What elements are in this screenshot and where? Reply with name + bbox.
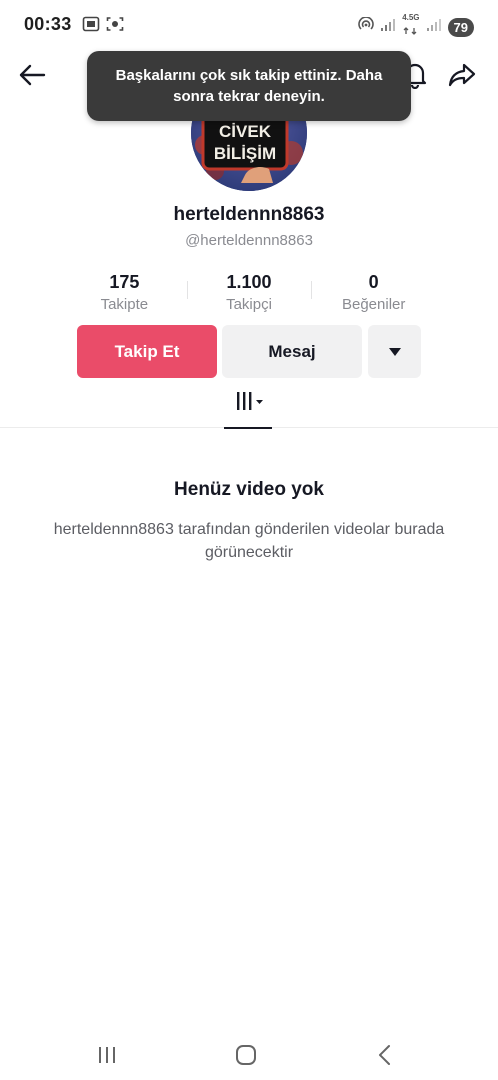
network-label: 4.5G [402, 13, 420, 22]
home-button[interactable] [229, 1038, 263, 1072]
signal-icon [380, 18, 396, 37]
profile-display-name: herteldennn8863 [173, 204, 325, 225]
screen-record-icon [106, 16, 124, 32]
share-button[interactable] [445, 58, 479, 92]
data-arrows-icon [403, 27, 417, 35]
status-left-icons [82, 16, 124, 32]
avatar-sign-line2: BİLİŞİM [214, 144, 276, 163]
grid-bars-icon [237, 392, 263, 410]
empty-state-description: herteldennn8863 tarafından gönderilen vi… [53, 521, 445, 561]
tab-active-underline [224, 427, 272, 429]
share-arrow-icon [448, 63, 476, 87]
stat-label: Takipte [100, 296, 149, 313]
back-button[interactable] [15, 58, 49, 92]
avatar-sign-line1: CİVEK [219, 122, 272, 141]
system-nav-bar [0, 1030, 498, 1080]
chevron-left-icon [379, 1045, 390, 1065]
more-options-button[interactable] [368, 325, 421, 378]
profile-screen: 00:33 4.5G 79 Başkalarını çok sık takip … [0, 0, 498, 1080]
toast-message: Başkalarını çok sık takip ettiniz. Daha … [87, 51, 411, 121]
stat-value: 0 [368, 272, 379, 292]
stat-label: Beğeniler [341, 296, 406, 313]
battery-indicator: 79 [447, 17, 474, 37]
hotspot-icon [358, 15, 374, 38]
stat-likes[interactable]: 0 Beğeniler [311, 272, 436, 316]
system-back-button[interactable] [368, 1038, 402, 1072]
stat-followers[interactable]: 1.100 Takipçi [186, 272, 312, 316]
stat-value: 1.100 [226, 272, 272, 292]
tab-videos[interactable] [224, 384, 272, 429]
triangle-down-icon [388, 347, 401, 356]
arrow-left-icon [19, 64, 46, 86]
profile-handle: @herteldennn8863 [185, 232, 313, 249]
content-tab-bar [0, 384, 498, 429]
gallery-notification-icon [82, 16, 100, 32]
stat-label: Takipçi [226, 296, 272, 313]
stat-value: 175 [109, 272, 140, 292]
status-bar: 00:33 4.5G 79 [0, 0, 498, 52]
status-time: 00:33 [24, 14, 72, 34]
stat-following[interactable]: 175 Takipte [62, 272, 187, 316]
follow-button[interactable]: Takip Et [77, 325, 217, 378]
empty-state-title: Henüz video yok [174, 479, 324, 500]
message-button[interactable]: Mesaj [222, 325, 362, 378]
network-indicator: 4.5G [402, 13, 420, 40]
status-right: 4.5G 79 [358, 14, 474, 40]
recent-apps-button[interactable] [90, 1038, 124, 1072]
home-icon [236, 1045, 256, 1065]
signal-icon-2 [426, 18, 442, 37]
recent-apps-icon [99, 1047, 115, 1063]
profile-stats: 175 Takipte 1.100 Takipçi 0 Beğeniler [62, 272, 436, 316]
